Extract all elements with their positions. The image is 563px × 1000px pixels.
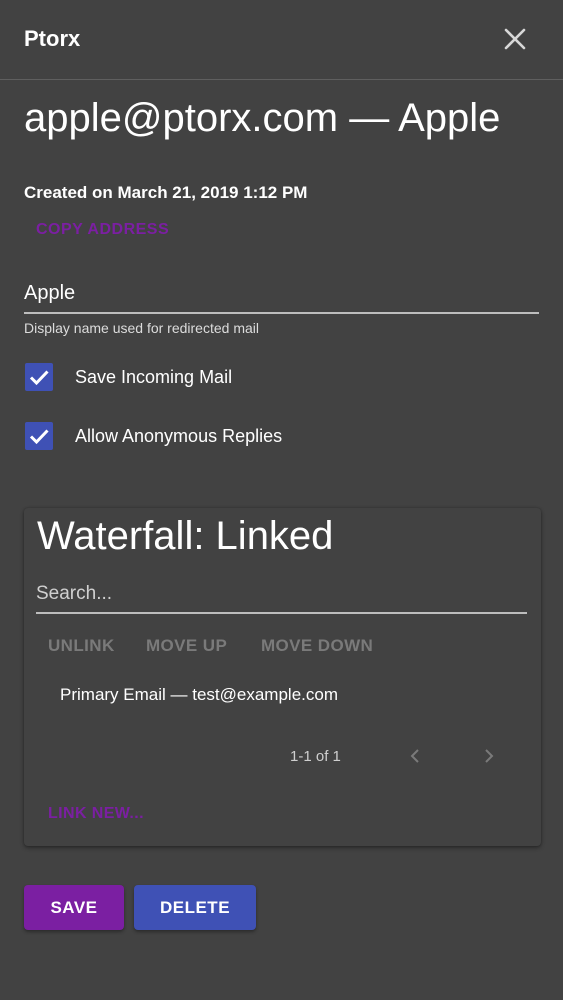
app-bar: Ptorx xyxy=(0,0,563,80)
waterfall-card: Waterfall: Linked Unlink Move Up Move Do… xyxy=(24,508,541,846)
display-name-helper: Display name used for redirected mail xyxy=(24,320,259,336)
display-name-field[interactable] xyxy=(24,278,539,314)
close-button[interactable] xyxy=(496,22,534,58)
save-incoming-mail-label: Save Incoming Mail xyxy=(75,367,233,387)
link-new-button[interactable]: Link New... xyxy=(48,805,144,823)
allow-anonymous-replies-checkbox[interactable] xyxy=(25,422,53,450)
move-down-button[interactable]: Move Down xyxy=(261,636,373,656)
app-title: Ptorx xyxy=(24,26,81,51)
previous-page-button[interactable] xyxy=(404,744,428,768)
copy-address-button[interactable]: Copy Address xyxy=(36,221,169,239)
save-incoming-mail-checkbox[interactable] xyxy=(25,363,53,391)
waterfall-search-input[interactable] xyxy=(36,580,527,608)
chevron-left-icon xyxy=(410,749,419,763)
pagination-text: 1-1 of 1 xyxy=(290,748,341,765)
waterfall-title: Waterfall: Linked xyxy=(37,514,334,558)
unlink-button[interactable]: Unlink xyxy=(48,636,115,656)
checkmark-icon xyxy=(29,429,49,445)
close-icon xyxy=(504,28,526,50)
move-up-button[interactable]: Move Up xyxy=(146,636,227,656)
chevron-right-icon xyxy=(485,749,494,763)
next-page-button[interactable] xyxy=(476,744,500,768)
waterfall-search-field[interactable] xyxy=(36,580,527,614)
linked-list-item[interactable]: Primary Email — test@example.com xyxy=(60,685,338,705)
checkmark-icon xyxy=(29,370,49,386)
allow-anonymous-replies-label: Allow Anonymous Replies xyxy=(75,426,283,446)
display-name-input[interactable] xyxy=(24,278,539,308)
created-date: Created on March 21, 2019 1:12 PM xyxy=(24,183,308,202)
save-button[interactable]: Save xyxy=(24,885,124,930)
delete-button[interactable]: Delete xyxy=(134,885,256,930)
page-title: apple@ptorx.com — Apple xyxy=(24,96,501,140)
